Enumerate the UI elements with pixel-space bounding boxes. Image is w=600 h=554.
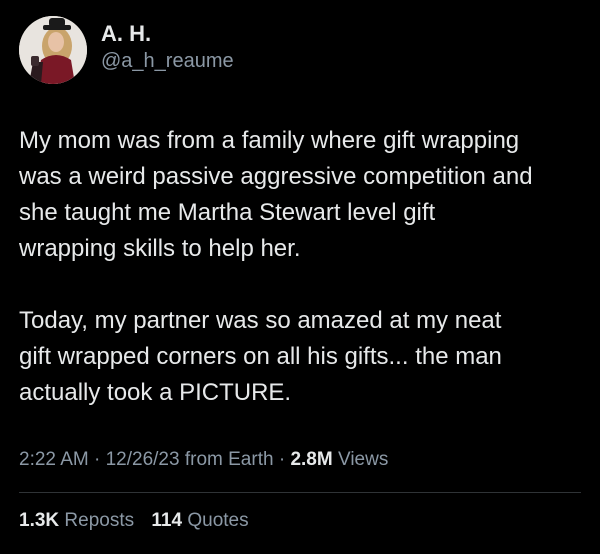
avatar[interactable] <box>19 16 87 84</box>
tweet-date[interactable]: 12/26/23 <box>106 449 180 470</box>
reposts-label: Reposts <box>64 510 135 531</box>
author-names: A. H. @a_h_reaume <box>101 21 234 74</box>
reposts-count: 1.3K <box>19 510 60 531</box>
divider <box>19 492 581 493</box>
tweet-paragraph: Today, my partner was so amazed at my ne… <box>19 307 502 406</box>
tweet-paragraph: My mom was from a family where gift wrap… <box>19 127 533 262</box>
views-label: Views <box>337 449 389 470</box>
profile-photo-icon <box>19 16 87 84</box>
tweet-time[interactable]: 2:22 AM <box>19 449 89 470</box>
display-name[interactable]: A. H. <box>101 21 234 47</box>
tweet-card: A. H. @a_h_reaume My mom was from a fami… <box>0 0 600 554</box>
quotes-label: Quotes <box>187 510 249 531</box>
meta-separator: · <box>94 449 101 470</box>
meta-separator: · <box>278 449 286 470</box>
user-handle[interactable]: @a_h_reaume <box>101 48 234 74</box>
reposts-stat[interactable]: 1.3K Reposts <box>19 510 139 531</box>
views-count: 2.8M <box>290 449 333 470</box>
quotes-count: 114 <box>151 510 183 531</box>
quotes-stat[interactable]: 114 Quotes <box>151 510 248 531</box>
tweet-header: A. H. @a_h_reaume <box>19 16 234 84</box>
tweet-source: from Earth <box>184 449 274 470</box>
tweet-meta: 2:22 AM · 12/26/23 from Earth · 2.8M Vie… <box>19 449 388 471</box>
tweet-stats: 1.3K Reposts 114 Quotes <box>19 510 249 532</box>
tweet-text: My mom was from a family where gift wrap… <box>19 123 584 411</box>
